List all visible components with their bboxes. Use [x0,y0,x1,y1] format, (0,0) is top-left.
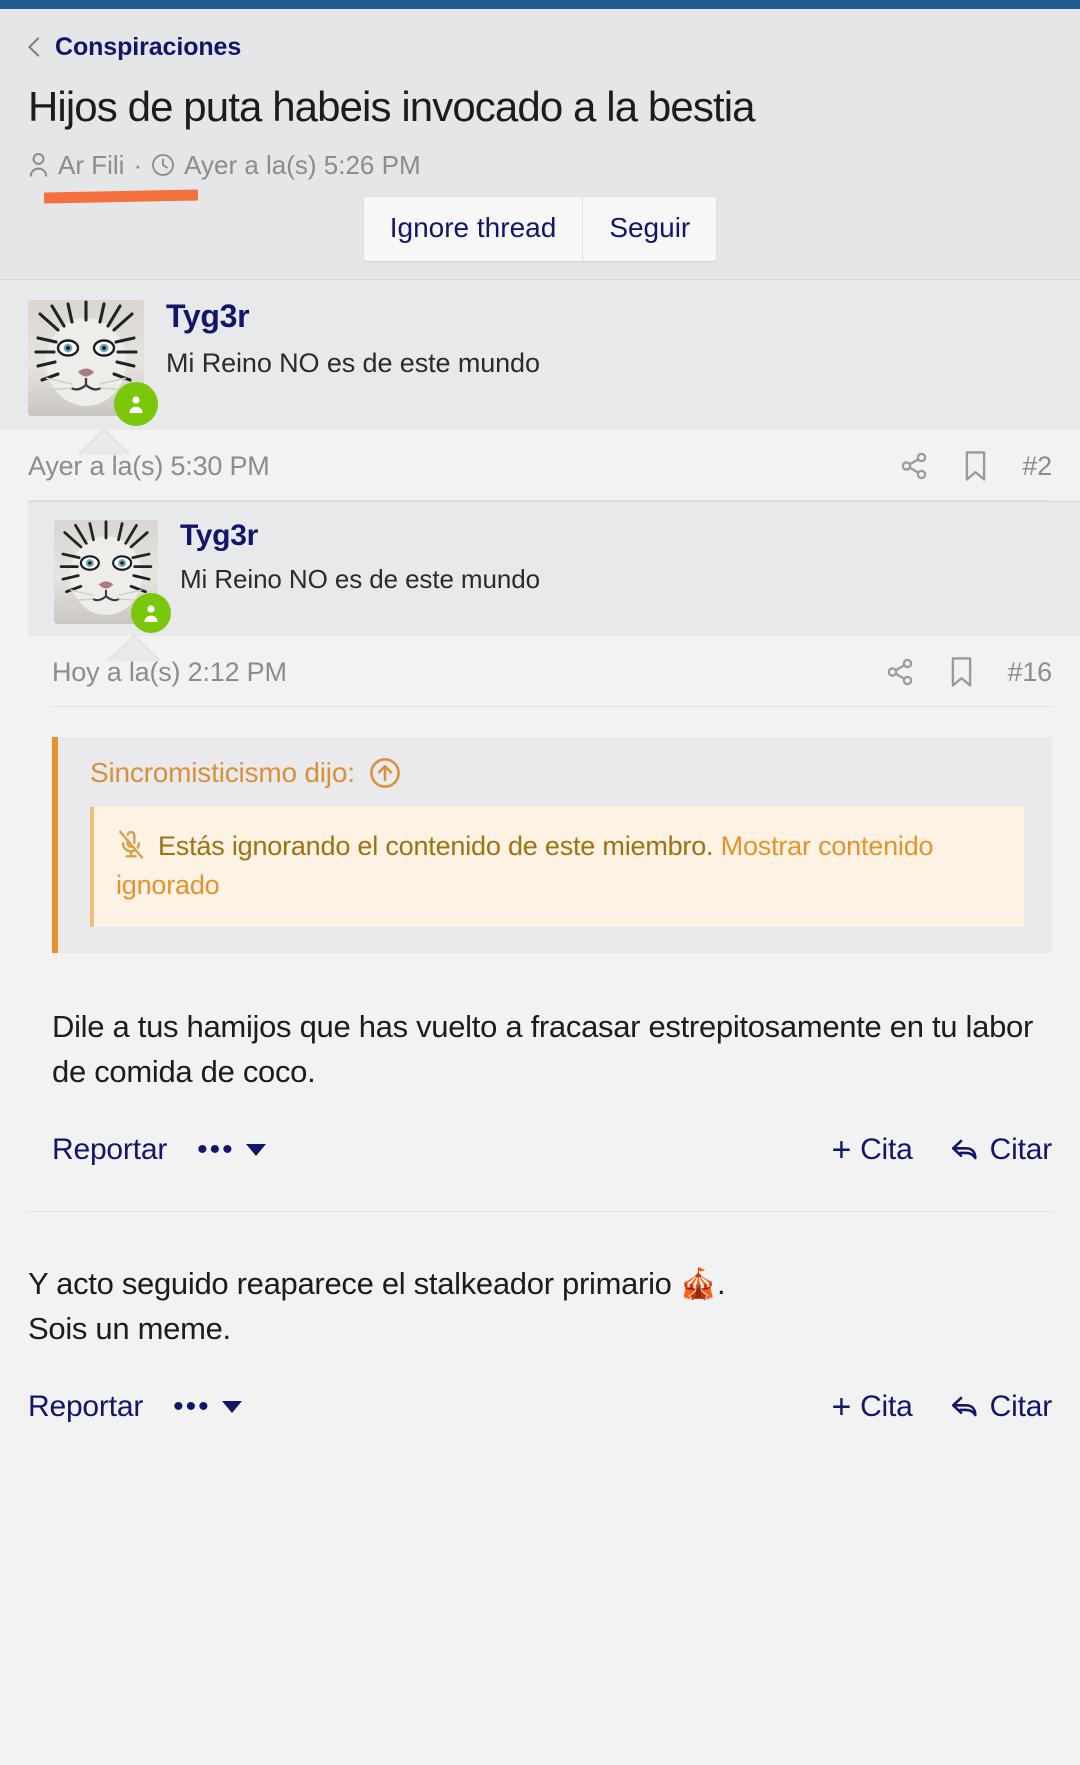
post-actions: Reportar ••• + Cita Citar [52,1133,1052,1211]
follow-button[interactable]: Seguir [582,197,717,262]
arrow-up-circle-icon[interactable] [369,757,401,789]
post-number[interactable]: #2 [1022,451,1052,482]
avatar[interactable] [54,520,171,634]
share-button[interactable] [885,657,915,687]
post-meta-row: Ayer a la(s) 5:30 PM #2 [0,430,1080,502]
meta-separator: · [133,149,143,180]
breadcrumb-link-forum[interactable]: Conspiraciones [55,33,241,62]
header-spacer [0,261,1080,280]
reply-arrow-icon [951,1139,977,1160]
thread-meta: Ar Fili · Ayer a la(s) 5:26 PM [28,147,1052,183]
caret-down-icon [221,1401,242,1414]
caret-down-icon [245,1144,266,1157]
online-badge-icon [131,593,171,634]
more-actions-button[interactable]: ••• [173,1390,242,1424]
mic-off-icon [119,830,144,859]
thread-time: Ayer a la(s) 5:26 PM [151,150,421,181]
bookmark-button[interactable] [949,656,974,688]
thread-author-name: Ar Fili [58,149,125,180]
online-badge-icon [114,382,158,427]
post-text-suffix: . [716,1266,726,1302]
post-date: Ayer a la(s) 5:30 PM [28,450,270,481]
clock-icon [152,154,175,176]
share-icon [887,658,912,686]
thread-time-text: Ayer a la(s) 5:26 PM [184,149,421,180]
add-quote-button[interactable]: + Cita [831,1390,912,1424]
quote-header: Sincromisticismo dijo: [58,737,1052,807]
reply-quote-button[interactable]: Citar [949,1390,1052,1424]
thread-header: Conspiraciones Hijos de puta habeis invo… [0,9,1080,262]
quote-author-label: Sincromisticismo dijo: [90,757,355,789]
post-text: Y acto seguido reaparece el stalkeador p… [28,1262,1052,1352]
post-actions: Reportar ••• + Cita Citar [28,1390,1052,1468]
post-text-line2: Sois un meme. [28,1311,231,1347]
post-username[interactable]: Tyg3r [166,299,540,334]
more-actions-button[interactable]: ••• [197,1133,266,1167]
bookmark-icon [966,451,986,481]
post-body: Y acto seguido reaparece el stalkeador p… [0,1262,1080,1469]
post-date: Hoy a la(s) 2:12 PM [52,656,287,687]
reply-quote-label: Citar [989,1390,1053,1424]
page-title: Hijos de puta habeis invocado a la besti… [28,83,756,130]
share-button[interactable] [899,451,929,481]
more-dots-icon: ••• [173,1390,211,1424]
bookmark-icon [951,657,971,687]
post-text-prefix: Y acto seguido reaparece el stalkeador p… [28,1266,680,1302]
post-user-strip: Tyg3r Mi Reino NO es de este mundo [28,501,1080,637]
thread-author[interactable]: Ar Fili [28,150,124,181]
status-bar [0,0,1080,9]
ignored-content-notice: Estás ignorando el contenido de este mie… [90,807,1024,928]
chevron-left-icon[interactable] [28,36,41,59]
post-divider [28,1211,1052,1213]
post-meta-row: Hoy a la(s) 2:12 PM #16 [0,636,1080,708]
ignored-content-text: Estás ignorando el contenido de este mie… [158,831,714,862]
plus-icon: + [831,1388,852,1427]
bookmark-button[interactable] [963,450,988,482]
add-quote-label: Cita [860,1133,913,1167]
post-user-strip: Tyg3r Mi Reino NO es de este mundo [0,279,1080,431]
user-icon [29,153,48,177]
avatar[interactable] [28,300,158,427]
reply-quote-button[interactable]: Citar [949,1133,1052,1167]
post-user-title: Mi Reino NO es de este mundo [180,563,540,594]
circus-tent-emoji: 🎪 [679,1268,717,1302]
thread-header-actions: Ignore thread Seguir [28,197,1052,262]
report-button[interactable]: Reportar [52,1133,167,1167]
post-username[interactable]: Tyg3r [180,520,540,552]
reply-quote-label: Citar [989,1133,1053,1167]
report-button[interactable]: Reportar [28,1390,143,1424]
add-quote-label: Cita [860,1390,913,1424]
quote-bottom-pad [58,927,1052,953]
more-dots-icon: ••• [197,1133,235,1167]
breadcrumb: Conspiraciones [28,27,1052,67]
share-icon [902,452,927,480]
add-quote-button[interactable]: + Cita [831,1133,912,1167]
quote-block: Sincromisticismo dijo: Estás ignorando e… [52,737,1052,954]
ignore-thread-button[interactable]: Ignore thread [363,197,583,262]
post-text: Dile a tus hamijos que has vuelto a frac… [52,1009,1033,1090]
post-user-title: Mi Reino NO es de este mundo [166,347,540,378]
post-body: Sincromisticismo dijo: Estás ignorando e… [0,737,1080,1212]
reply-arrow-icon [951,1396,977,1417]
plus-icon: + [831,1131,852,1170]
post-number[interactable]: #16 [1008,657,1053,688]
